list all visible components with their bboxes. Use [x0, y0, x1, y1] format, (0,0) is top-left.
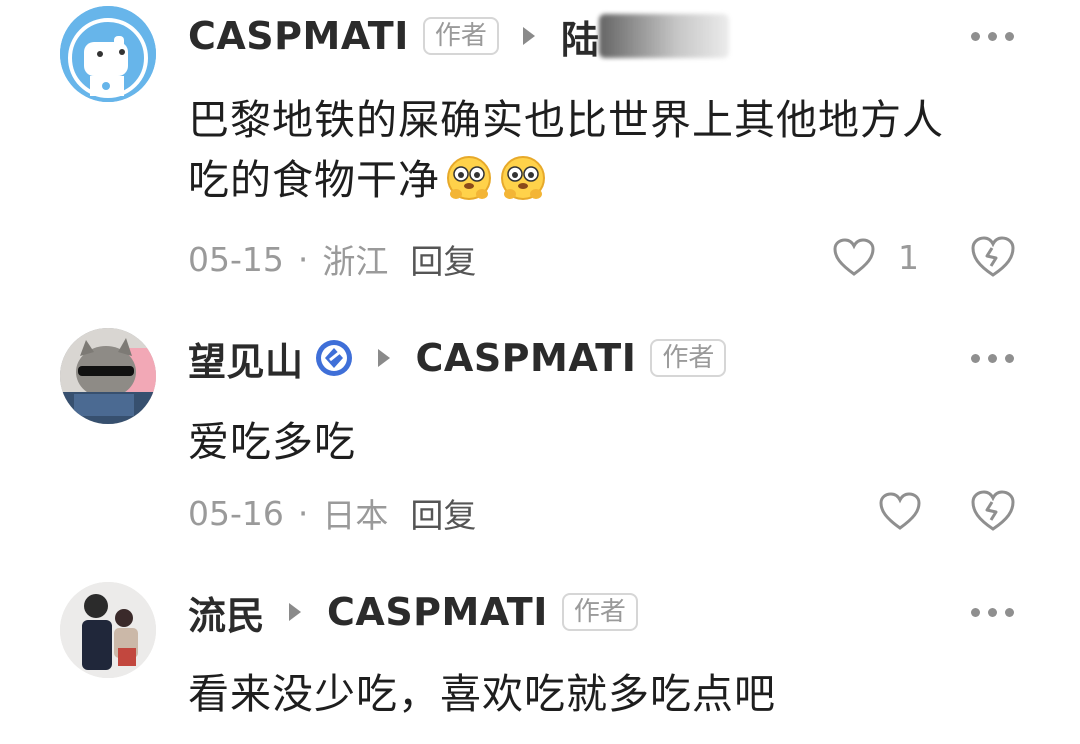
name-row: 望见山 CASPMATI 作者	[188, 330, 727, 386]
like-count: 1	[898, 237, 919, 277]
heart-icon	[833, 238, 875, 276]
comment-text: 巴黎地铁的屎确实也比世界上其他地方人 吃的食物干净	[188, 90, 1018, 210]
comment-text-line-2: 吃的食物干净	[188, 150, 1018, 210]
heart-icon	[879, 492, 921, 530]
flushed-face-emoji-icon	[501, 156, 545, 200]
more-options-button[interactable]	[971, 348, 1014, 368]
comment-text: 看来没少吃，喜欢吃就多吃点吧	[188, 670, 776, 718]
dot-icon	[1005, 607, 1014, 617]
like-button[interactable]	[878, 486, 922, 536]
more-options-button[interactable]	[971, 26, 1014, 46]
people-photo-avatar-icon	[60, 582, 156, 678]
like-button[interactable]: 1	[832, 232, 919, 282]
dot-icon	[971, 353, 980, 363]
dot-icon	[971, 31, 980, 41]
username[interactable]: 流民	[188, 585, 265, 640]
author-tag: 作者	[650, 339, 727, 377]
comment-text: 爱吃多吃	[188, 418, 356, 466]
reply-button[interactable]: 回复	[410, 489, 476, 537]
dot-icon	[971, 607, 980, 617]
comment-meta: 05-16 · 日本 回复	[188, 488, 476, 538]
reply-button[interactable]: 回复	[410, 235, 476, 283]
comment-location: 浙江	[322, 242, 389, 281]
reply-to-username[interactable]: 陆	[561, 9, 599, 64]
meta-separator: ·	[297, 239, 309, 279]
dot-icon	[988, 607, 997, 617]
avatar[interactable]	[60, 328, 156, 424]
blurred-name-mask	[598, 14, 729, 58]
reply-to-username[interactable]: CASPMATI	[327, 590, 548, 634]
dot-icon	[988, 353, 997, 363]
comment-text-line: 巴黎地铁的屎确实也比世界上其他地方人	[188, 96, 944, 144]
author-tag: 作者	[561, 593, 638, 631]
author-tag: 作者	[422, 17, 499, 55]
name-row: 流民 CASPMATI 作者	[188, 584, 638, 640]
verified-badge-icon	[315, 340, 352, 376]
avatar[interactable]	[60, 582, 156, 678]
username[interactable]: CASPMATI	[188, 14, 409, 58]
dot-icon	[988, 31, 997, 41]
comment-meta: 05-15 · 浙江 回复	[188, 234, 476, 284]
flushed-face-emoji-icon	[447, 156, 491, 200]
reply-arrow-icon	[377, 349, 390, 367]
meta-separator: ·	[297, 493, 309, 533]
dot-icon	[1005, 31, 1014, 41]
cat-sunglasses-avatar-icon	[60, 328, 156, 424]
broken-heart-icon[interactable]	[970, 234, 1016, 280]
reply-arrow-icon	[522, 27, 535, 45]
more-options-button[interactable]	[971, 602, 1014, 622]
avatar[interactable]	[60, 6, 156, 102]
broken-heart-icon[interactable]	[970, 488, 1016, 534]
dot-icon	[1005, 353, 1014, 363]
reply-arrow-icon	[289, 603, 302, 621]
name-row: CASPMATI 作者 陆	[188, 8, 729, 64]
dog-avatar-icon	[60, 6, 156, 102]
comment-date: 05-15	[188, 239, 284, 279]
reply-to-username[interactable]: CASPMATI	[416, 336, 637, 380]
comment-text-line: 吃的食物干净	[188, 156, 440, 204]
comment-location: 日本	[322, 496, 389, 535]
username[interactable]: 望见山	[188, 331, 304, 386]
comment-date: 05-16	[188, 493, 284, 533]
